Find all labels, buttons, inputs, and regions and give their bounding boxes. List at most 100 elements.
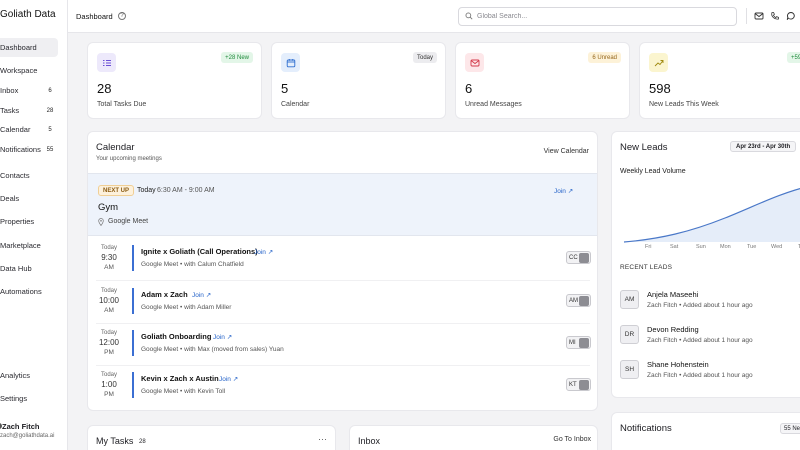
event-accent-bar xyxy=(132,288,134,314)
sidebar-item-notifications[interactable]: Notifications 55 xyxy=(0,140,58,159)
divider xyxy=(96,280,590,281)
card-title: New Leads xyxy=(620,142,668,153)
join-link[interactable]: Join ↗ xyxy=(554,187,573,195)
tasks-icon xyxy=(97,53,116,72)
sidebar-item-analytics[interactable]: Analytics xyxy=(0,366,58,385)
event-row[interactable]: Today 10:00 AM Adam x Zach Join ↗ Google… xyxy=(88,286,597,328)
card-title: My Tasks xyxy=(96,436,134,446)
lead-avatar: SH xyxy=(620,360,639,379)
join-label: Join xyxy=(254,249,266,256)
stat-card-calendar[interactable]: Today 5 Calendar xyxy=(271,42,446,119)
x-tick-label: Sun xyxy=(696,244,706,250)
x-tick-label: Sat xyxy=(670,244,679,250)
attendee-initials: CC xyxy=(569,254,578,261)
x-tick-label: Wed xyxy=(771,244,783,250)
stat-value: 6 xyxy=(465,81,473,96)
sidebar-item-label: Inbox xyxy=(0,86,19,95)
trending-up-icon xyxy=(649,53,668,72)
join-link[interactable]: Join ↗ xyxy=(192,291,211,299)
sidebar-item-label: Dashboard xyxy=(0,43,37,52)
user-email: zach@goliathdata.ai xyxy=(0,433,55,439)
global-search[interactable] xyxy=(458,7,737,26)
event-row[interactable]: Today 1:00 PM Kevin x Zach x Austin Join… xyxy=(88,370,597,410)
attendee-photo xyxy=(579,338,589,348)
attendee-avatar: CC xyxy=(566,251,591,264)
stat-card-messages[interactable]: 6 Unread 6 Unread Messages xyxy=(455,42,630,119)
sidebar-item-label: Contacts xyxy=(0,171,30,180)
event-row[interactable]: Today 12:00 PM Goliath Onboarding Join ↗… xyxy=(88,328,597,370)
stat-label: Total Tasks Due xyxy=(97,101,147,108)
search-icon xyxy=(465,12,473,20)
event-day: Today xyxy=(100,288,117,294)
external-link-icon: ↗ xyxy=(232,376,239,383)
calendar-count-badge: 5 xyxy=(48,126,52,133)
view-calendar-link[interactable]: View Calendar xyxy=(544,148,589,155)
event-time: 6:30 AM - 9:00 AM xyxy=(157,187,215,194)
join-link[interactable]: Join ↗ xyxy=(254,248,273,256)
event-row[interactable]: Today 9:30 AM Ignite x Goliath (Call Ope… xyxy=(88,243,597,285)
calendar-card: Calendar Your upcoming meetings View Cal… xyxy=(87,131,598,411)
stat-card-tasks[interactable]: +28 New 28 Total Tasks Due xyxy=(87,42,262,119)
user-name: Zach Fitch xyxy=(2,422,40,431)
lead-name: Anjela Maseehi xyxy=(647,290,699,299)
go-to-inbox-link[interactable]: Go To Inbox xyxy=(553,436,591,443)
status-badge: Today xyxy=(412,52,437,63)
lead-row[interactable]: SH Shane Hohenstein Zach Fitch • Added a… xyxy=(612,356,800,391)
inbox-card: Inbox Go To Inbox xyxy=(349,425,598,450)
page-title: Dashboard xyxy=(76,12,113,21)
chart-area xyxy=(624,188,800,242)
join-link[interactable]: Join ↗ xyxy=(219,375,238,383)
event-title: Ignite x Goliath (Call Operations) xyxy=(141,247,258,256)
sidebar-item-workspace[interactable]: Workspace xyxy=(0,61,58,80)
sidebar-item-properties[interactable]: Properties xyxy=(0,212,58,231)
sidebar-item-contacts[interactable]: Contacts xyxy=(0,166,58,185)
sidebar-item-marketplace[interactable]: Marketplace xyxy=(0,236,58,255)
x-tick-label: Mon xyxy=(720,244,731,250)
search-input[interactable] xyxy=(477,10,727,23)
stat-value: 28 xyxy=(97,81,112,96)
help-icon[interactable]: ? xyxy=(118,12,126,20)
more-options-icon[interactable]: ··· xyxy=(318,434,327,444)
phone-icon[interactable] xyxy=(770,11,780,21)
chat-icon[interactable] xyxy=(786,11,796,21)
mail-icon[interactable] xyxy=(754,11,764,21)
my-tasks-card: My Tasks 28 ··· xyxy=(87,425,336,450)
join-link[interactable]: Join ↗ xyxy=(213,333,232,341)
external-link-icon: ↗ xyxy=(226,334,233,341)
sidebar-item-data-hub[interactable]: Data Hub xyxy=(0,259,58,278)
lead-row[interactable]: AM Anjela Maseehi Zach Fitch • Added abo… xyxy=(612,286,800,321)
event-time: 12:00 xyxy=(98,338,120,347)
sidebar-item-deals[interactable]: Deals xyxy=(0,189,58,208)
card-subtitle: Your upcoming meetings xyxy=(96,156,162,162)
sidebar-item-label: Automations xyxy=(0,287,42,296)
divider xyxy=(96,323,590,324)
stat-value: 5 xyxy=(281,81,289,96)
status-badge: 6 Unread xyxy=(588,52,621,63)
sidebar-item-label: Notifications xyxy=(0,145,41,154)
brand-name: Goliath Data xyxy=(0,9,56,20)
attendee-initials: KT xyxy=(569,381,577,388)
card-title: Notifications xyxy=(620,423,672,434)
join-label: Join xyxy=(192,292,204,299)
event-title: Gym xyxy=(98,202,119,213)
stat-label: New Leads This Week xyxy=(649,101,719,108)
sidebar-item-label: Properties xyxy=(0,217,35,226)
divider xyxy=(746,8,747,24)
sidebar-item-calendar[interactable]: Calendar 5 xyxy=(0,120,58,139)
sidebar-item-tasks[interactable]: Tasks 28 xyxy=(0,101,58,120)
attendee-initials: MI xyxy=(569,339,576,346)
event-time: 10:00 xyxy=(98,296,120,305)
lead-row[interactable]: DR Devon Redding Zach Fitch • Added abou… xyxy=(612,321,800,356)
sidebar-item-settings[interactable]: Settings xyxy=(0,389,58,408)
sidebar-item-inbox[interactable]: Inbox 6 xyxy=(0,81,58,100)
sidebar-item-automations[interactable]: Automations xyxy=(0,282,58,301)
location-pin-icon xyxy=(98,218,104,226)
next-up-event[interactable]: NEXT UP Today 6:30 AM - 9:00 AM Join ↗ G… xyxy=(88,173,597,236)
event-day: Today xyxy=(100,372,117,378)
event-subtitle: Google Meet • with Max (moved from sales… xyxy=(141,346,284,353)
sidebar-item-dashboard[interactable]: Dashboard xyxy=(0,38,58,57)
sidebar-item-label: Marketplace xyxy=(0,241,41,250)
date-range-badge[interactable]: Apr 23rd - Apr 30th xyxy=(730,141,797,152)
join-label: Join xyxy=(219,376,231,383)
stat-card-leads[interactable]: +598 598 New Leads This Week xyxy=(639,42,800,119)
